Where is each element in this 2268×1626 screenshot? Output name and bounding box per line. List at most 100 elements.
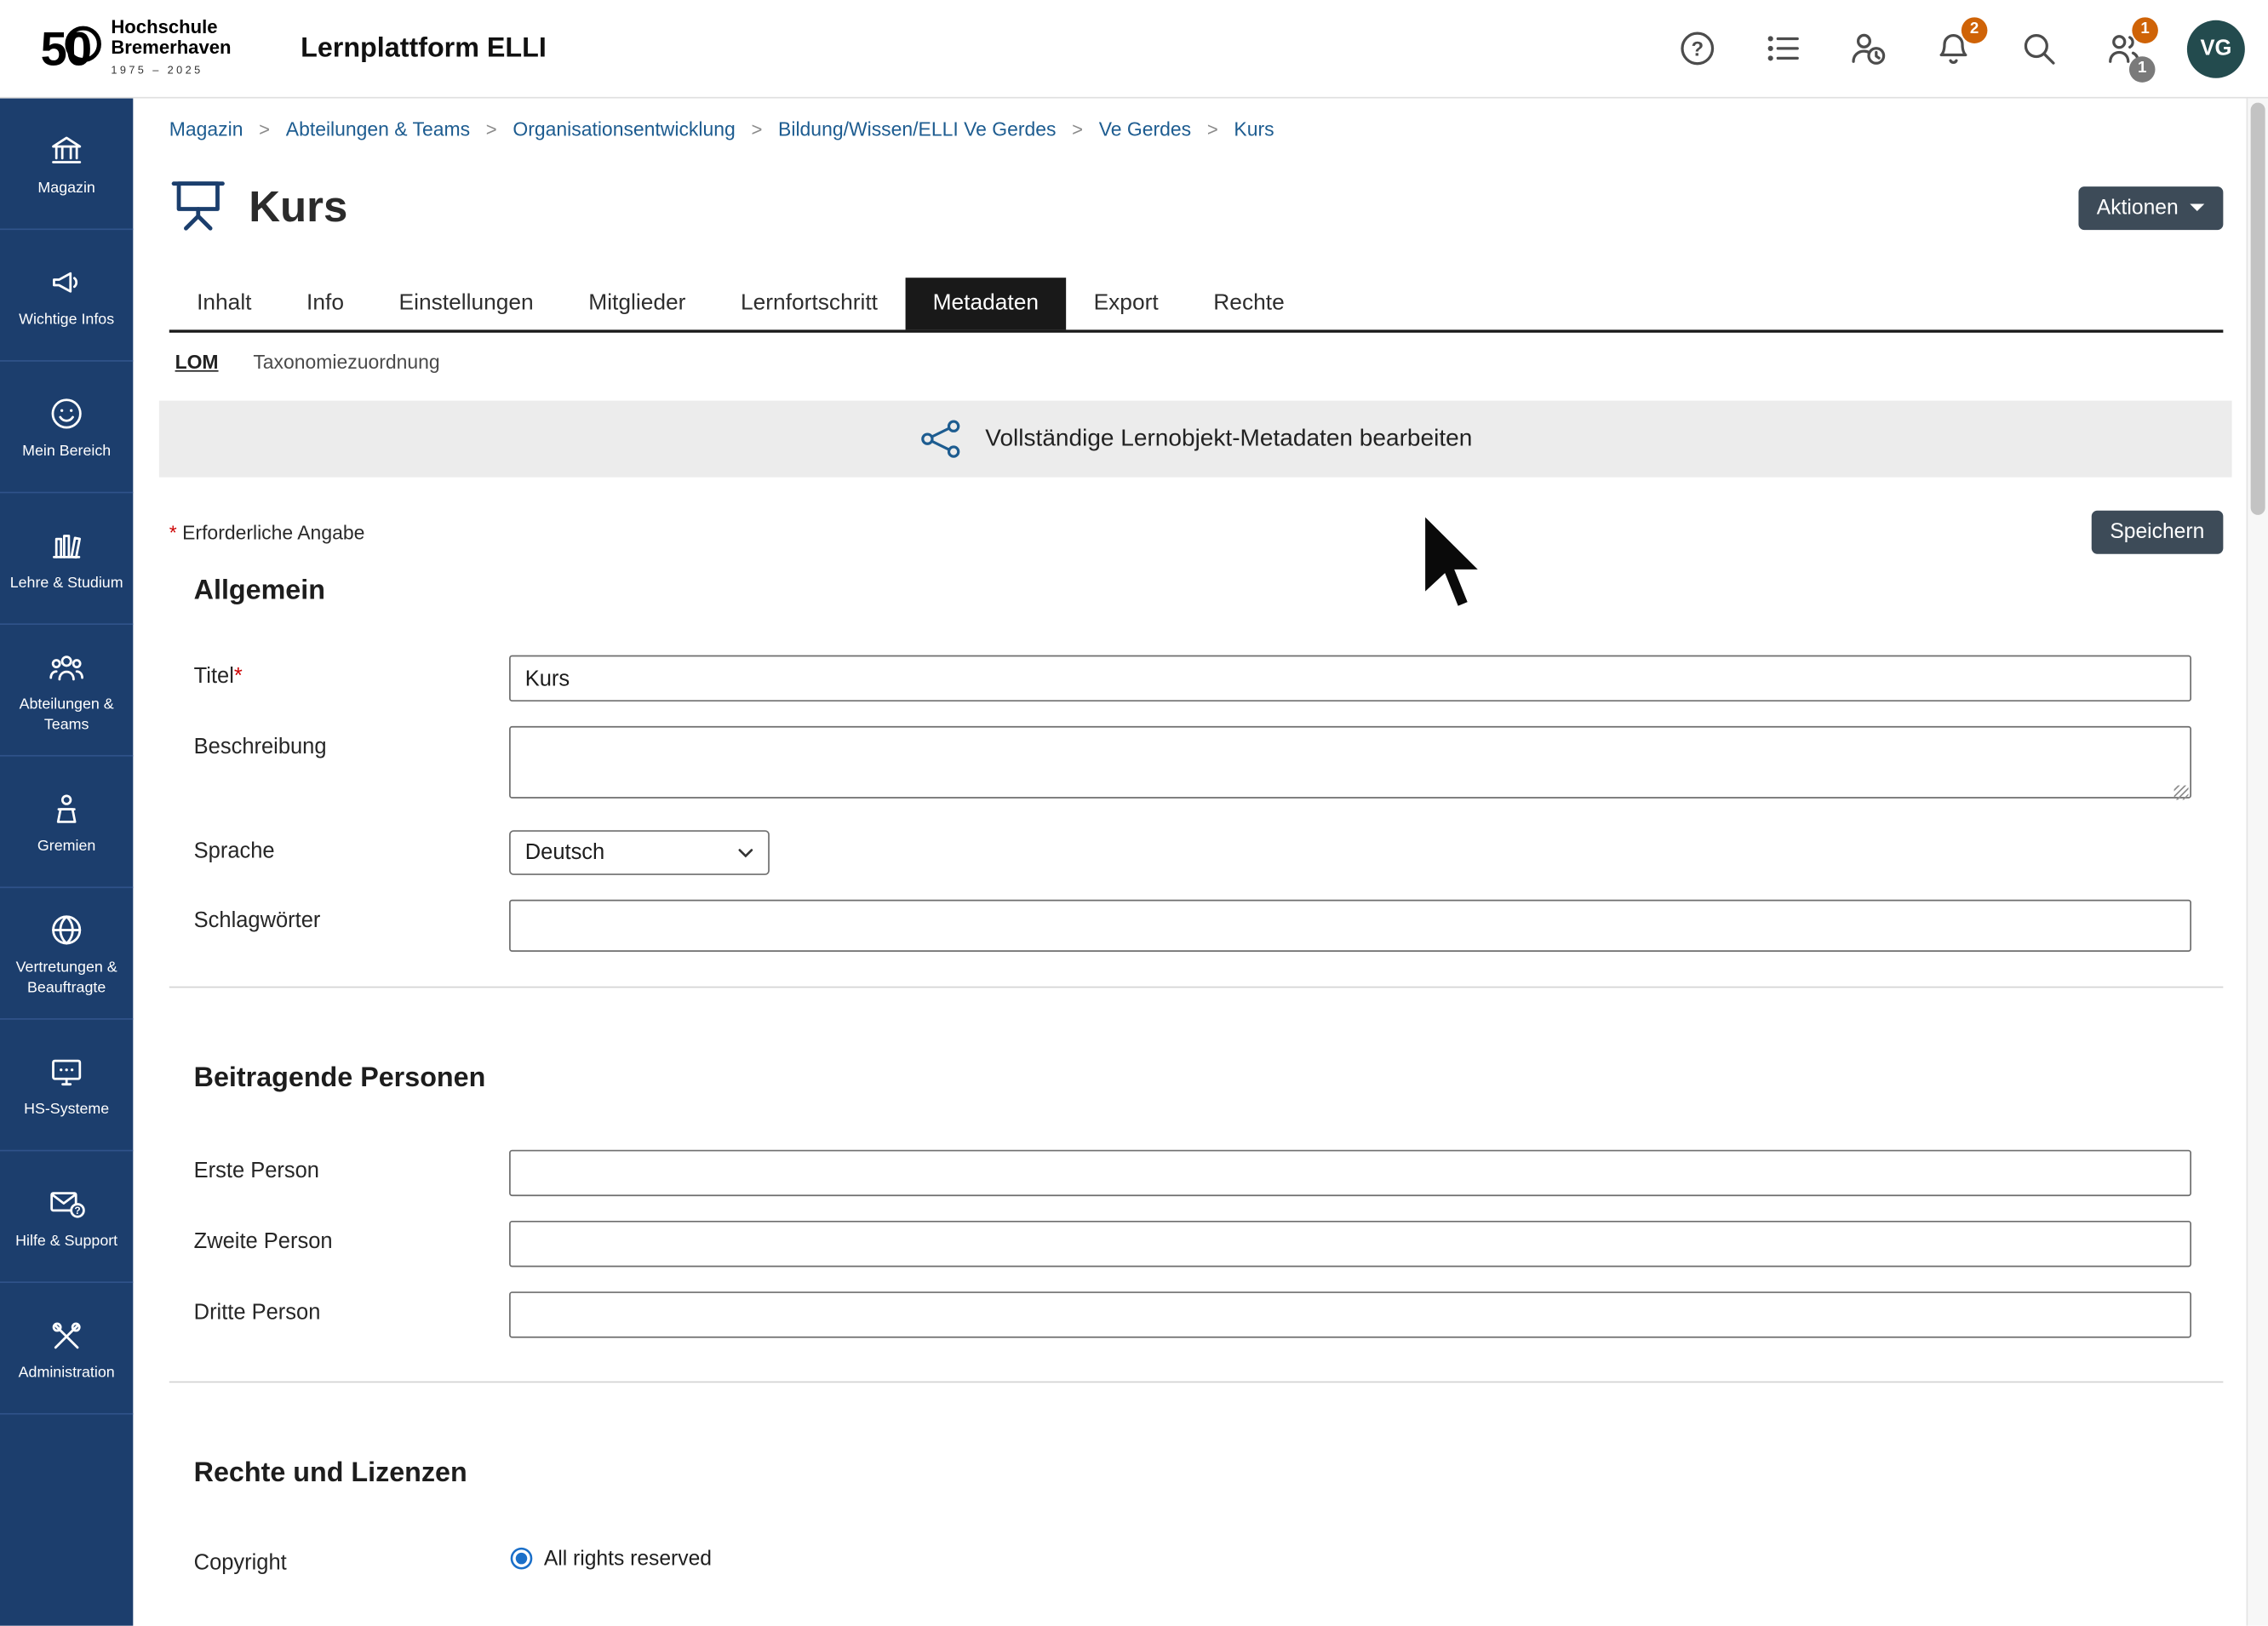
sprache-select[interactable]: Deutsch <box>509 830 770 875</box>
edit-full-metadata-banner[interactable]: Vollständige Lernobjekt-Metadaten bearbe… <box>159 401 2232 478</box>
logo-50: 50 <box>41 21 97 77</box>
tools-icon <box>48 1316 85 1354</box>
sidebar-item-magazin[interactable]: Magazin <box>0 99 133 231</box>
save-button[interactable]: Speichern <box>2091 511 2223 554</box>
required-asterisk: * <box>234 664 243 689</box>
lectern-icon <box>48 790 85 827</box>
form-hint-row: * Erforderliche Angabe Speichern <box>169 511 2224 554</box>
sidebar-label: Vertretungen & Beauftragte <box>6 959 128 999</box>
search-icon <box>2019 29 2058 68</box>
breadcrumb-separator: > <box>1072 118 1083 140</box>
required-hint: * Erforderliche Angabe <box>169 521 365 542</box>
sidebar-item-abteilungen-teams[interactable]: Abteilungen & Teams <box>0 625 133 757</box>
tab-einstellungen[interactable]: Einstellungen <box>371 278 561 329</box>
sidebar-label: Mein Bereich <box>22 443 111 462</box>
beschreibung-textarea[interactable] <box>509 726 2191 799</box>
page-title-row: Kurs Aktionen <box>169 176 2224 238</box>
sidebar-label: Magazin <box>37 180 94 199</box>
copyright-option-all-rights-reserved[interactable]: All rights reserved <box>509 1542 2191 1571</box>
main-content: Magazin > Abteilungen & Teams > Organisa… <box>133 99 2246 1626</box>
sidebar-item-wichtige-infos[interactable]: Wichtige Infos <box>0 230 133 362</box>
actions-button[interactable]: Aktionen <box>2078 186 2224 229</box>
tab-export[interactable]: Export <box>1066 278 1186 329</box>
logo-ring <box>65 26 100 61</box>
copyright-option-label: All rights reserved <box>544 1547 712 1570</box>
sidebar-item-hs-systeme[interactable]: HS-Systeme <box>0 1020 133 1152</box>
app-title: Lernplattform ELLI <box>301 32 547 64</box>
tab-inhalt[interactable]: Inhalt <box>169 278 279 329</box>
titel-label-text: Titel <box>194 664 234 689</box>
tab-metadaten[interactable]: Metadaten <box>905 278 1066 329</box>
section-heading-rechte: Rechte und Lizenzen <box>194 1458 2224 1490</box>
online-users-button[interactable] <box>1846 26 1889 70</box>
books-icon <box>48 527 85 564</box>
notifications-button[interactable]: 2 <box>1931 26 1974 70</box>
sidebar-item-lehre-studium[interactable]: Lehre & Studium <box>0 493 133 625</box>
sidebar-label: Hilfe & Support <box>15 1233 117 1252</box>
dritte-person-field <box>509 1291 2191 1337</box>
help-button[interactable]: ? <box>1675 26 1718 70</box>
copyright-field: All rights reserved <box>509 1542 2191 1575</box>
list-icon <box>1762 29 1801 68</box>
erste-person-field <box>509 1150 2191 1196</box>
breadcrumb-item-abteilungen-teams[interactable]: Abteilungen & Teams <box>286 118 470 140</box>
breadcrumb-item-magazin[interactable]: Magazin <box>169 118 243 140</box>
form-row-titel: Titel* <box>169 656 2224 701</box>
breadcrumb-item-ve-gerdes[interactable]: Ve Gerdes <box>1099 118 1191 140</box>
chevron-down-icon <box>2190 204 2204 211</box>
form-row-dritte-person: Dritte Person <box>169 1291 2224 1337</box>
sidebar-label: HS-Systeme <box>24 1101 109 1120</box>
breadcrumb-item-bildung-wissen[interactable]: Bildung/Wissen/ELLI Ve Gerdes <box>778 118 1056 140</box>
sidebar-label: Wichtige Infos <box>19 312 114 331</box>
tab-info[interactable]: Info <box>279 278 371 329</box>
breadcrumb-item-organisationsentwicklung[interactable]: Organisationsentwicklung <box>513 118 735 140</box>
user-avatar[interactable]: VG <box>2187 20 2245 77</box>
erste-person-input[interactable] <box>509 1150 2191 1196</box>
breadcrumb-item-kurs[interactable]: Kurs <box>1234 118 1274 140</box>
section-divider <box>169 987 2224 988</box>
svg-text:?: ? <box>1691 37 1704 60</box>
required-hint-label: Erforderliche Angabe <box>182 521 364 542</box>
subtab-bar: LOM Taxonomiezuordnung <box>169 352 2224 373</box>
titel-label: Titel* <box>169 656 509 701</box>
sidebar-item-hilfe-support[interactable]: ? Hilfe & Support <box>0 1151 133 1283</box>
tab-mitglieder[interactable]: Mitglieder <box>561 278 713 329</box>
page-title: Kurs <box>249 183 347 232</box>
form-row-erste-person: Erste Person <box>169 1150 2224 1196</box>
sidebar-item-gremien[interactable]: Gremien <box>0 757 133 889</box>
sidebar-label: Lehre & Studium <box>10 575 123 594</box>
scrollbar-thumb[interactable] <box>2251 103 2265 515</box>
sidebar-item-administration[interactable]: Administration <box>0 1283 133 1415</box>
dritte-person-input[interactable] <box>509 1291 2191 1337</box>
breadcrumb-separator: > <box>486 118 497 140</box>
zweite-person-input[interactable] <box>509 1221 2191 1267</box>
copyright-label: Copyright <box>169 1542 509 1575</box>
sidebar-item-mein-bereich[interactable]: Mein Bereich <box>0 362 133 494</box>
titel-field <box>509 656 2191 701</box>
sidebar-label: Gremien <box>37 838 95 857</box>
section-divider <box>169 1382 2224 1383</box>
tab-rechte[interactable]: Rechte <box>1186 278 1312 329</box>
course-board-icon <box>169 176 227 238</box>
titel-input[interactable] <box>509 656 2191 701</box>
schlagwoerter-input[interactable] <box>509 900 2191 952</box>
sidebar-item-vertretungen-beauftragte[interactable]: Vertretungen & Beauftragte <box>0 888 133 1020</box>
globe-icon <box>48 912 85 949</box>
contacts-button[interactable]: 1 1 <box>2102 26 2145 70</box>
logo-name-2: Bremerhaven <box>111 37 231 57</box>
mail-help-icon: ? <box>48 1185 85 1222</box>
resize-handle[interactable] <box>2174 786 2189 800</box>
subtab-taxonomiezuordnung[interactable]: Taxonomiezuordnung <box>253 352 439 373</box>
list-button[interactable] <box>1761 26 1804 70</box>
breadcrumb-separator: > <box>1207 118 1218 140</box>
subtab-lom[interactable]: LOM <box>175 352 219 373</box>
search-button[interactable] <box>2016 26 2059 70</box>
people-icon <box>48 649 85 686</box>
app-window: 50 Hochschule Bremerhaven 1975 – 2025 Le… <box>0 0 2268 1626</box>
hochschule-bremerhaven-logo[interactable]: 50 Hochschule Bremerhaven 1975 – 2025 <box>41 17 232 81</box>
dritte-person-label: Dritte Person <box>169 1291 509 1337</box>
vertical-scrollbar[interactable] <box>2247 99 2268 1626</box>
tab-lernfortschritt[interactable]: Lernfortschritt <box>713 278 906 329</box>
radio-selected-icon <box>509 1546 534 1571</box>
logo-name-1: Hochschule <box>111 17 231 37</box>
